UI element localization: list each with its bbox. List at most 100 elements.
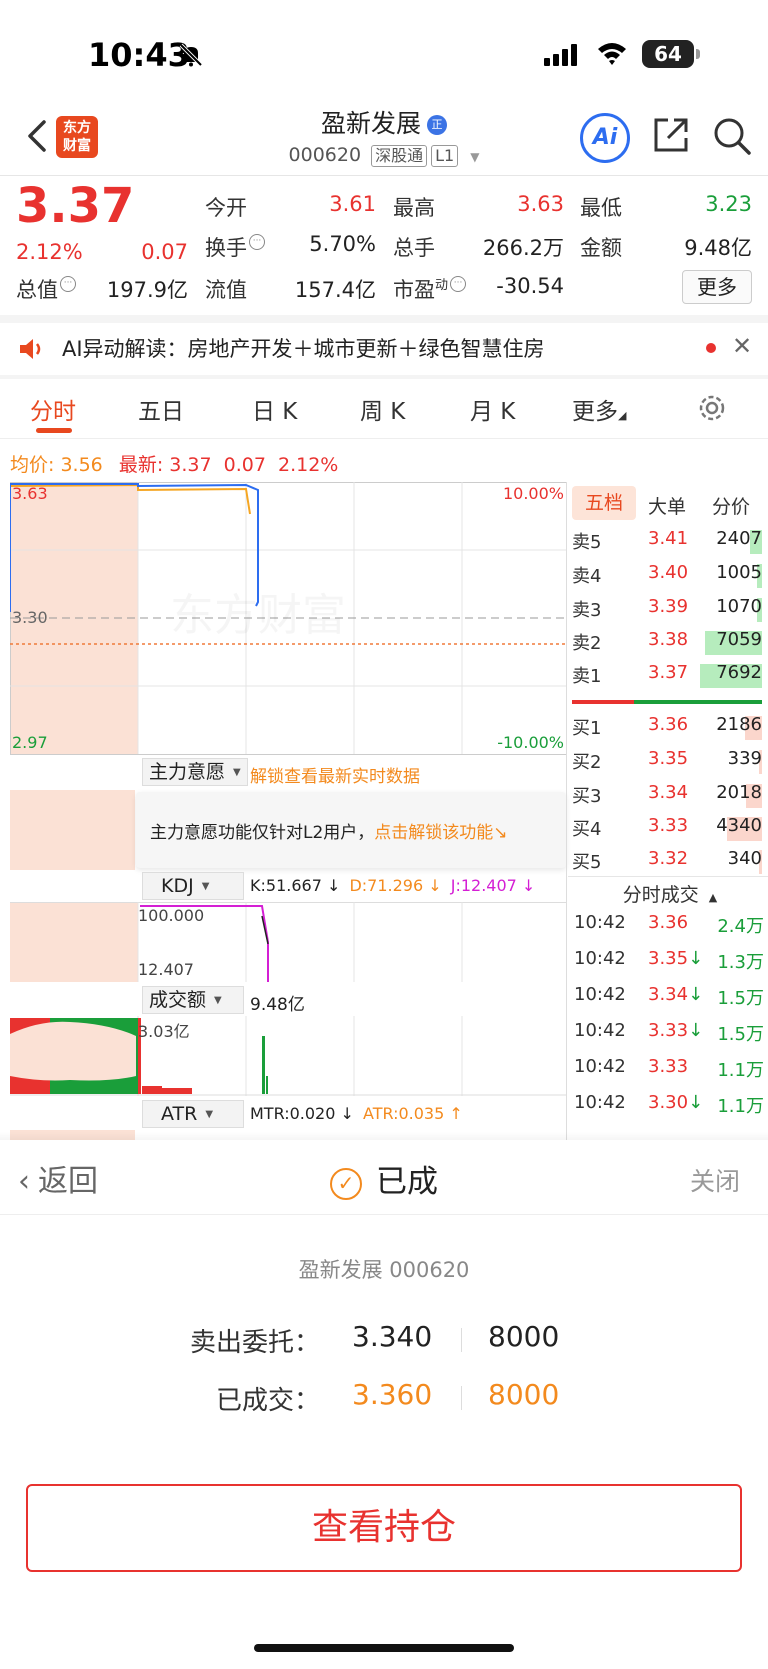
tick-row: 10:42 3.36 2.4万: [572, 912, 764, 948]
close-icon[interactable]: ✕: [732, 332, 752, 360]
ask-row[interactable]: 卖2 3.38 7059: [572, 629, 762, 659]
cell-text: ↓: [688, 1092, 704, 1113]
bid-row[interactable]: 买1 3.36 2186: [572, 714, 762, 744]
indicator-selector-main[interactable]: 主力意愿 ▼: [142, 758, 248, 786]
last-price: 3.37: [16, 178, 135, 234]
speaker-icon: [20, 339, 41, 359]
bid-row[interactable]: 买5 3.32 340: [572, 848, 762, 878]
cell-text: 3.36: [648, 714, 689, 735]
cell-text: 2186: [716, 714, 762, 740]
stock-code: 000620: [288, 144, 362, 166]
ticks-header[interactable]: 分时成交 ▲: [572, 880, 768, 907]
check-circle-icon: ✓: [330, 1167, 362, 1200]
filled-price: 3.360: [352, 1378, 433, 1411]
kdj-chart[interactable]: [10, 902, 568, 984]
bid-row[interactable]: 买4 3.33 4340: [572, 815, 762, 845]
pe-label[interactable]: 市盈动 ···: [393, 274, 467, 304]
filled-qty: 8000: [488, 1378, 560, 1411]
indicator-pane-bg: [10, 790, 135, 870]
ticks-divider: [568, 876, 768, 877]
volume-label: 总手: [393, 236, 435, 260]
ask-row[interactable]: 卖3 3.39 1070: [572, 596, 762, 626]
tick-row: 10:42 3.33↓ 1.5万: [572, 1020, 764, 1056]
cell-text: 2018: [716, 782, 762, 808]
cell-text: 1.5万: [717, 1024, 764, 1045]
indicator-selector-atr[interactable]: ATR ▼: [142, 1100, 244, 1128]
view-positions-button[interactable]: 查看持仓: [26, 1484, 742, 1572]
cell-text: 3.41: [648, 528, 689, 549]
float-value: 157.4亿: [294, 278, 376, 302]
cell-text: 3.32: [648, 848, 689, 869]
amount-label: 金额: [580, 236, 622, 260]
tab-five-level[interactable]: 五档: [572, 486, 636, 520]
open-label: 今开: [205, 196, 247, 220]
mktcap-value: 197.9亿: [106, 278, 188, 302]
cell-text: 3.35: [648, 748, 689, 769]
amount-chart[interactable]: [10, 1016, 568, 1096]
tab-big-orders[interactable]: 大单: [648, 492, 686, 519]
cell-text: 10:42: [574, 1056, 626, 1077]
cell-text: 卖3: [572, 600, 602, 621]
turnover-label[interactable]: 换手 ···: [205, 232, 265, 262]
high-label: 最高: [393, 196, 435, 220]
home-indicator[interactable]: [254, 1644, 514, 1652]
unlock-feature-link[interactable]: 点击解锁该功能: [374, 823, 493, 843]
sheet-close-button[interactable]: 关闭: [690, 1162, 740, 1198]
cell-text: 3.33: [648, 1056, 689, 1077]
tab-price-distribution[interactable]: 分价: [712, 492, 750, 519]
cell-text: 10:42: [574, 1092, 626, 1113]
caret-up-icon: ▲: [708, 891, 718, 904]
more-quote-button[interactable]: 更多: [682, 270, 752, 304]
unread-dot: [706, 343, 716, 353]
gear-icon[interactable]: [696, 392, 728, 424]
info-icon: ···: [60, 276, 76, 292]
ai-assistant-button[interactable]: Ai: [580, 113, 630, 163]
order-status: ✓ 已成: [0, 1156, 768, 1201]
bid-row[interactable]: 买2 3.35 339: [572, 748, 762, 778]
tab-five-day[interactable]: 五日: [138, 392, 184, 426]
indicator-selector-amount[interactable]: 成交额 ▼: [142, 986, 244, 1014]
cell-text: 3.30↓: [648, 1092, 703, 1113]
section-gap: [0, 375, 768, 379]
cell-text: 买1: [572, 718, 602, 739]
mktcap-label[interactable]: 总值 ···: [16, 274, 76, 304]
cell-text: 1070: [716, 596, 762, 622]
order-price: 3.340: [352, 1320, 433, 1353]
cell-text: 1005: [716, 562, 762, 588]
atr-readout: MTR:0.020 ↓ ATR:0.035 ↑: [250, 1104, 463, 1123]
cell-text: ↓: [688, 948, 704, 969]
tab-weekly-k[interactable]: 周 K: [360, 392, 405, 426]
caret-down-icon: ▼: [214, 994, 222, 1006]
cell-text: 10:42: [574, 1020, 626, 1041]
cell-text: 7059: [705, 629, 762, 655]
cell-text: 7692: [716, 662, 762, 683]
cell-text: 339: [727, 748, 762, 769]
chart-mid-price: 3.30: [12, 608, 48, 627]
l2-lock-message: 主力意愿功能仅针对L2用户，点击解锁该功能↘: [150, 823, 508, 843]
bid-row[interactable]: 买3 3.34 2018: [572, 782, 762, 812]
tab-more[interactable]: 更多◢: [572, 392, 626, 426]
kdj-top-value: 100.000: [138, 906, 205, 925]
status-time: 10:43: [88, 36, 190, 74]
chart-top-price: 3.63: [12, 484, 48, 503]
ask-row[interactable]: 卖4 3.40 1005: [572, 562, 762, 592]
unlock-realtime-link[interactable]: 解锁查看最新实时数据: [250, 762, 420, 787]
intraday-chart[interactable]: 东方财富: [10, 482, 568, 756]
filled-label: 已成交：: [215, 1386, 320, 1416]
chart-top-pct: 10.00%: [502, 484, 564, 503]
stock-badge: 正: [427, 115, 447, 135]
cell-text: 2.4万: [717, 916, 764, 937]
ask-row[interactable]: 卖1 3.37 7692: [572, 662, 762, 692]
tab-daily-k[interactable]: 日 K: [252, 392, 297, 426]
search-icon[interactable]: [712, 116, 752, 156]
share-icon[interactable]: [652, 116, 690, 154]
indicator-selector-kdj[interactable]: KDJ ▼: [142, 872, 244, 900]
ask-row[interactable]: 卖5 3.41 2407: [572, 528, 762, 558]
amount-readout: 9.48亿: [250, 995, 305, 1015]
cell-text: 339: [727, 748, 762, 774]
tab-monthly-k[interactable]: 月 K: [470, 392, 515, 426]
cell-text: 3.30: [648, 1092, 689, 1113]
order-label: 卖出委托：: [189, 1328, 320, 1358]
cell-text: 1005: [716, 562, 762, 583]
tab-intraday[interactable]: 分时: [30, 392, 76, 426]
